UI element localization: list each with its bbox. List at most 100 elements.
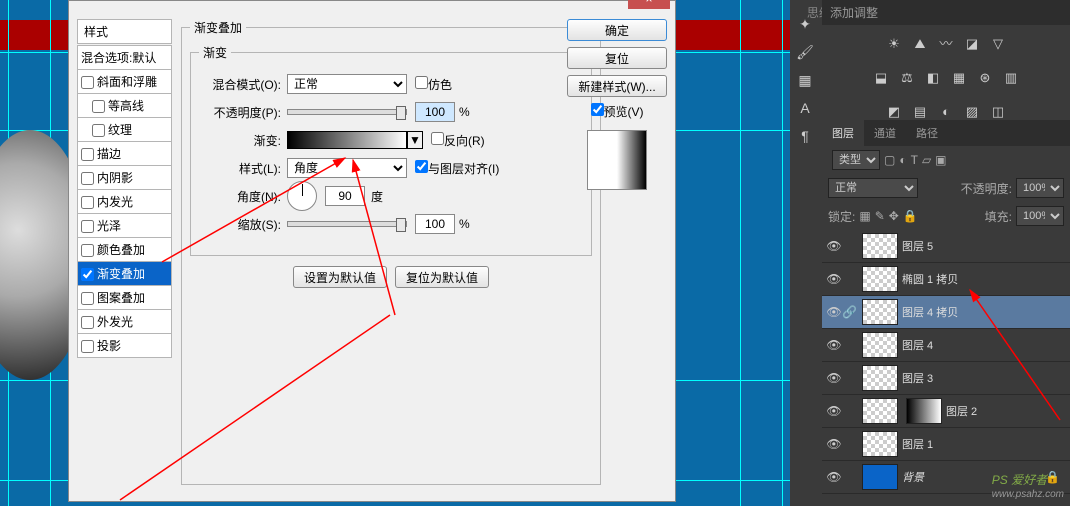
reverse-check[interactable]: 反向(R) bbox=[431, 132, 485, 149]
fx-texture-check[interactable] bbox=[92, 124, 105, 137]
layer-row[interactable]: 👁 图层 3 bbox=[822, 362, 1070, 395]
fx-inner-glow-check[interactable] bbox=[81, 196, 94, 209]
fx-outer-glow[interactable]: 外发光 bbox=[77, 309, 172, 334]
photo-filter-icon[interactable]: ▦ bbox=[949, 70, 969, 88]
fx-stroke[interactable]: 描边 bbox=[77, 141, 172, 166]
layer-row[interactable]: 👁 图层 4 bbox=[822, 329, 1070, 362]
preview-check[interactable]: 预览(V) bbox=[591, 105, 644, 119]
adjustments-tab[interactable]: 添加调整 bbox=[830, 4, 878, 21]
mixer-icon[interactable]: ⊛ bbox=[975, 70, 995, 88]
hue-icon[interactable]: ⬓ bbox=[871, 70, 891, 88]
layers-tab[interactable]: 图层 bbox=[822, 120, 864, 146]
balance-icon[interactable]: ⚖ bbox=[897, 70, 917, 88]
fx-contour-check[interactable] bbox=[92, 100, 105, 113]
layer-fill[interactable]: 100% bbox=[1016, 206, 1064, 226]
layer-thumbnail[interactable] bbox=[862, 266, 898, 292]
channels-tab[interactable]: 通道 bbox=[864, 120, 906, 146]
layer-opacity[interactable]: 100% bbox=[1016, 178, 1064, 198]
opacity-slider[interactable] bbox=[287, 109, 407, 115]
filter-smart-icon[interactable]: ▣ bbox=[935, 153, 946, 167]
blend-options[interactable]: 混合选项:默认 bbox=[77, 45, 172, 70]
fx-color-overlay[interactable]: 颜色叠加 bbox=[77, 237, 172, 262]
layer-thumbnail[interactable] bbox=[862, 233, 898, 259]
type-icon[interactable]: A bbox=[793, 96, 817, 120]
layer-thumbnail[interactable] bbox=[862, 398, 898, 424]
lock-transparent-icon[interactable]: ▦ bbox=[859, 209, 870, 223]
fx-bevel-check[interactable] bbox=[81, 76, 94, 89]
layer-thumbnail[interactable] bbox=[862, 464, 898, 490]
layer-name[interactable]: 图层 3 bbox=[902, 370, 933, 386]
scale-slider[interactable] bbox=[287, 221, 407, 227]
fx-pattern-overlay[interactable]: 图案叠加 bbox=[77, 285, 172, 310]
dither-check[interactable]: 仿色 bbox=[415, 76, 452, 93]
filter-kind-select[interactable]: 类型 bbox=[832, 150, 880, 170]
visibility-icon[interactable]: 👁 bbox=[826, 338, 842, 352]
fx-pattern-overlay-check[interactable] bbox=[81, 292, 94, 305]
lock-pixels-icon[interactable]: ✎ bbox=[875, 209, 885, 223]
brush-icon[interactable]: 🖌 bbox=[793, 40, 817, 64]
fx-gradient-overlay-check[interactable] bbox=[81, 268, 94, 281]
layer-blend-select[interactable]: 正常 bbox=[828, 178, 918, 198]
layer-row[interactable]: 👁🔗图层 4 拷贝 bbox=[822, 296, 1070, 329]
filter-pixel-icon[interactable]: ▢ bbox=[884, 153, 895, 167]
reset-default-button[interactable]: 复位为默认值 bbox=[395, 266, 489, 288]
gradient-dropdown[interactable]: ▼ bbox=[407, 131, 423, 149]
visibility-icon[interactable]: 👁 bbox=[826, 404, 842, 418]
layer-thumbnail[interactable] bbox=[862, 332, 898, 358]
swatches-icon[interactable]: ▦ bbox=[793, 68, 817, 92]
gradient-preview[interactable] bbox=[287, 131, 407, 149]
layer-name[interactable]: 图层 2 bbox=[946, 403, 977, 419]
paragraph-icon[interactable]: ¶ bbox=[793, 124, 817, 148]
filter-adjust-icon[interactable]: ◐ bbox=[899, 153, 906, 167]
style-type-select[interactable]: 角度 bbox=[287, 158, 407, 178]
paths-tab[interactable]: 路径 bbox=[906, 120, 948, 146]
ok-button[interactable]: 确定 bbox=[567, 19, 667, 41]
angle-value[interactable] bbox=[325, 186, 365, 206]
visibility-icon[interactable]: 👁 bbox=[826, 470, 842, 484]
fx-inner-shadow[interactable]: 内阴影 bbox=[77, 165, 172, 190]
layer-name[interactable]: 图层 4 bbox=[902, 337, 933, 353]
lock-all-icon[interactable]: 🔒 bbox=[903, 209, 918, 223]
close-button[interactable]: × bbox=[628, 0, 670, 9]
layer-thumbnail[interactable] bbox=[862, 299, 898, 325]
layer-name[interactable]: 图层 1 bbox=[902, 436, 933, 452]
layer-name[interactable]: 图层 5 bbox=[902, 238, 933, 254]
fx-satin-check[interactable] bbox=[81, 220, 94, 233]
fx-stroke-check[interactable] bbox=[81, 148, 94, 161]
opacity-value[interactable] bbox=[415, 102, 455, 122]
scale-value[interactable] bbox=[415, 214, 455, 234]
visibility-icon[interactable]: 👁 bbox=[826, 437, 842, 451]
filter-shape-icon[interactable]: ▱ bbox=[922, 153, 931, 167]
fx-contour[interactable]: 等高线 bbox=[77, 93, 172, 118]
fx-satin[interactable]: 光泽 bbox=[77, 213, 172, 238]
bw-icon[interactable]: ◧ bbox=[923, 70, 943, 88]
layer-name[interactable]: 椭圆 1 拷贝 bbox=[902, 271, 958, 287]
cancel-button[interactable]: 复位 bbox=[567, 47, 667, 69]
fx-outer-glow-check[interactable] bbox=[81, 316, 94, 329]
fx-drop-shadow[interactable]: 投影 bbox=[77, 333, 172, 358]
align-check[interactable]: 与图层对齐(I) bbox=[415, 160, 499, 177]
layer-name[interactable]: 背景 bbox=[902, 469, 924, 485]
fx-texture[interactable]: 纹理 bbox=[77, 117, 172, 142]
mask-thumbnail[interactable] bbox=[906, 398, 942, 424]
layer-row[interactable]: 👁 椭圆 1 拷贝 bbox=[822, 263, 1070, 296]
filter-type-icon[interactable]: T bbox=[911, 153, 918, 167]
layer-thumbnail[interactable] bbox=[862, 365, 898, 391]
exposure-icon[interactable]: ◪ bbox=[962, 36, 982, 54]
link-icon[interactable]: 🔗 bbox=[842, 305, 858, 319]
lookup-icon[interactable]: ▥ bbox=[1001, 70, 1021, 88]
visibility-icon[interactable]: 👁 bbox=[826, 272, 842, 286]
levels-icon[interactable]: ⛰ bbox=[910, 36, 930, 54]
fx-inner-shadow-check[interactable] bbox=[81, 172, 94, 185]
visibility-icon[interactable]: 👁 bbox=[826, 371, 842, 385]
vibrance-icon[interactable]: ▽ bbox=[988, 36, 1008, 54]
fx-gradient-overlay[interactable]: 渐变叠加 bbox=[77, 261, 172, 286]
curves-icon[interactable]: 〰 bbox=[936, 33, 956, 51]
set-default-button[interactable]: 设置为默认值 bbox=[293, 266, 387, 288]
lock-position-icon[interactable]: ✥ bbox=[889, 209, 899, 223]
fx-bevel[interactable]: 斜面和浮雕 bbox=[77, 69, 172, 94]
layer-thumbnail[interactable] bbox=[862, 431, 898, 457]
layer-row[interactable]: 👁 图层 2 bbox=[822, 395, 1070, 428]
blend-mode-select[interactable]: 正常 bbox=[287, 74, 407, 94]
brightness-icon[interactable]: ☀ bbox=[884, 36, 904, 54]
